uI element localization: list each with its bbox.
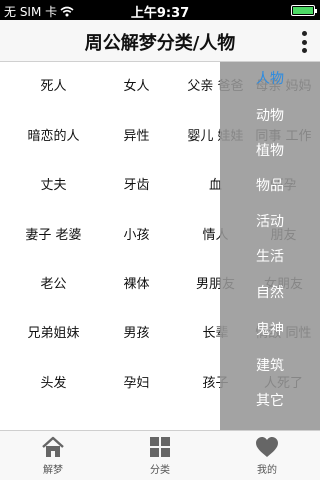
tab-dream[interactable]: 解梦: [0, 431, 106, 480]
page-title: 周公解梦分类/人物: [84, 33, 236, 54]
more-dot: [301, 48, 307, 53]
drawer-item[interactable]: 生活: [220, 240, 320, 274]
drawer-item[interactable]: 其它: [220, 384, 320, 418]
heart-icon: [256, 437, 278, 457]
drawer-item[interactable]: 建筑: [220, 349, 320, 383]
category-drawer: 人物 动物 植物 物品 活动 生活 自然 鬼神 建筑 其它: [220, 62, 320, 430]
drawer-item[interactable]: 鬼神: [220, 313, 320, 347]
home-icon: [42, 436, 64, 457]
tab-label: 解梦: [43, 465, 63, 476]
drawer-item[interactable]: 活动: [220, 205, 320, 239]
status-time: 上午9:37: [130, 6, 190, 21]
status-bar: 无 SIM 卡 上午9:37: [0, 0, 320, 21]
battery-icon: [291, 5, 317, 16]
nav-bar: 周公解梦分类/人物: [0, 20, 320, 62]
drawer-item[interactable]: 动物: [220, 99, 320, 133]
tab-label: 分类: [150, 465, 170, 476]
tab-bar: 解梦 分类 我的: [0, 430, 320, 480]
tab-mine[interactable]: 我的: [214, 431, 320, 480]
more-dot: [301, 39, 307, 45]
drawer-item[interactable]: 人物: [220, 62, 320, 96]
tab-label: 我的: [257, 465, 277, 476]
drawer-item[interactable]: 物品: [220, 169, 320, 203]
more-dot: [301, 31, 307, 36]
grid-icon: [150, 437, 170, 457]
more-vertical-icon[interactable]: [300, 31, 308, 53]
drawer-item[interactable]: 自然: [220, 276, 320, 310]
tab-category[interactable]: 分类: [107, 431, 213, 480]
drawer-item[interactable]: 植物: [220, 134, 320, 168]
